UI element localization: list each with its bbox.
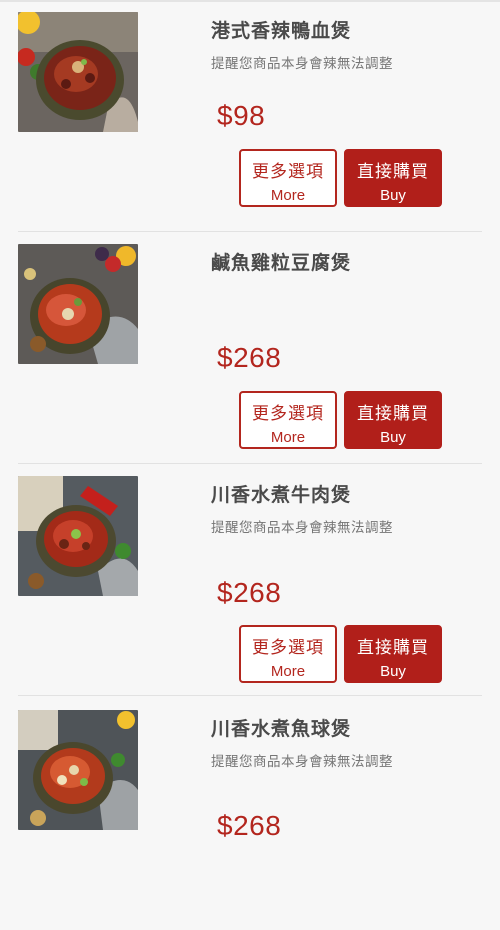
more-options-label-zh: 更多選項 bbox=[252, 404, 324, 424]
spicy-note: 提醒您商品本身會辣無法調整 bbox=[211, 56, 393, 72]
more-options-button[interactable]: 更多選項 More bbox=[239, 149, 337, 207]
spicy-note: 提醒您商品本身會辣無法調整 bbox=[211, 754, 393, 770]
more-options-label-en: More bbox=[270, 663, 306, 680]
more-options-label-en: More bbox=[270, 187, 306, 204]
product-price: $268 bbox=[217, 342, 282, 373]
product-image[interactable] bbox=[18, 244, 138, 364]
more-options-label-en: More bbox=[270, 429, 306, 446]
buy-now-button[interactable]: 直接購買 Buy bbox=[344, 625, 442, 683]
product-price: $268 bbox=[217, 810, 282, 841]
product-image[interactable] bbox=[18, 12, 138, 132]
more-options-label-zh: 更多選項 bbox=[252, 162, 324, 182]
product-card: 鹹魚雞粒豆腐煲 $268 更多選項 More 直接購買 Buy bbox=[0, 232, 500, 464]
product-image[interactable] bbox=[18, 476, 138, 596]
card-divider bbox=[18, 695, 482, 696]
product-price: $98 bbox=[217, 100, 266, 131]
product-title[interactable]: 港式香辣鴨血煲 bbox=[211, 16, 351, 43]
product-price: $268 bbox=[217, 577, 282, 608]
buy-now-label-zh: 直接購買 bbox=[357, 162, 429, 182]
product-card: 川香水煮魚球煲 提醒您商品本身會辣無法調整 $268 bbox=[0, 698, 500, 930]
product-title[interactable]: 川香水煮牛肉煲 bbox=[211, 480, 351, 507]
buy-now-label-en: Buy bbox=[380, 429, 406, 446]
product-title[interactable]: 川香水煮魚球煲 bbox=[211, 714, 351, 741]
more-options-button[interactable]: 更多選項 More bbox=[239, 391, 337, 449]
more-options-button[interactable]: 更多選項 More bbox=[239, 625, 337, 683]
buy-now-label-en: Buy bbox=[380, 187, 406, 204]
more-options-label-zh: 更多選項 bbox=[252, 638, 324, 658]
spicy-note: 提醒您商品本身會辣無法調整 bbox=[211, 520, 393, 536]
buy-now-button[interactable]: 直接購買 Buy bbox=[344, 391, 442, 449]
product-title[interactable]: 鹹魚雞粒豆腐煲 bbox=[211, 248, 351, 275]
buy-now-label-en: Buy bbox=[380, 663, 406, 680]
product-image[interactable] bbox=[18, 710, 138, 830]
buy-now-button[interactable]: 直接購買 Buy bbox=[344, 149, 442, 207]
product-card: 川香水煮牛肉煲 提醒您商品本身會辣無法調整 $268 更多選項 More 直接購… bbox=[0, 464, 500, 696]
product-card: 港式香辣鴨血煲 提醒您商品本身會辣無法調整 $98 更多選項 More 直接購買… bbox=[0, 0, 500, 232]
buy-now-label-zh: 直接購買 bbox=[357, 638, 429, 658]
buy-now-label-zh: 直接購買 bbox=[357, 404, 429, 424]
